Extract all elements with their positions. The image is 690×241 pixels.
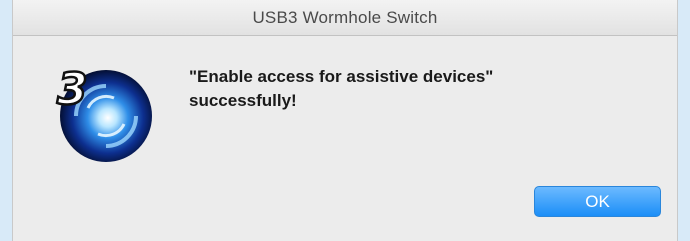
alert-message: "Enable access for assistive devices" su… — [189, 65, 659, 113]
window-title: USB3 Wormhole Switch — [252, 8, 438, 27]
wormhole-app-icon: 3 — [56, 63, 152, 162]
icon-numeral: 3 — [57, 64, 88, 115]
ok-button[interactable]: OK — [534, 186, 661, 217]
title-bar[interactable]: USB3 Wormhole Switch — [13, 0, 677, 36]
alert-dialog: USB3 Wormhole Switch 3 "Enable access fo… — [12, 0, 678, 241]
message-line-2: successfully! — [189, 91, 297, 110]
message-line-1: "Enable access for assistive devices" — [189, 67, 494, 86]
